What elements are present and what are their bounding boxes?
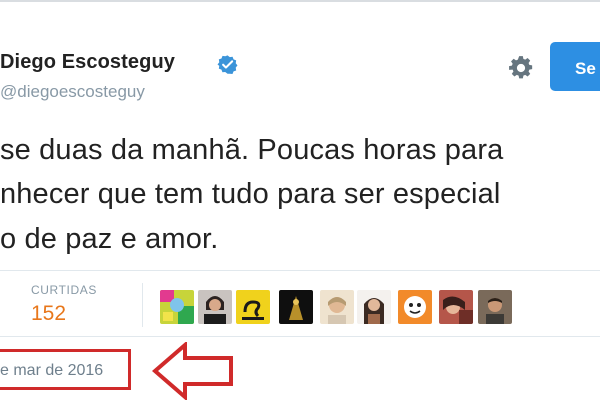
liked-by-avatar[interactable]	[478, 290, 512, 324]
liked-by-avatar[interactable]	[160, 290, 194, 324]
liked-by-avatar[interactable]	[279, 290, 313, 324]
arrow-annotation-icon	[152, 342, 233, 400]
stats-divider-top	[0, 270, 600, 271]
follow-button-label: Se	[575, 59, 596, 78]
likes-label: CURTIDAS	[31, 283, 97, 297]
likes-count[interactable]: 152	[31, 302, 66, 326]
stats-separator	[142, 283, 143, 327]
liked-by-avatar[interactable]	[398, 290, 432, 324]
liked-by-avatar[interactable]	[236, 290, 270, 324]
author-handle[interactable]: @diegoescosteguy	[0, 82, 145, 102]
liked-by-avatar[interactable]	[439, 290, 473, 324]
liked-by-avatar[interactable]	[357, 290, 391, 324]
verified-badge-icon	[217, 55, 238, 75]
tweet-text-line: o de paz e amor.	[0, 223, 219, 255]
gear-icon[interactable]	[508, 55, 534, 81]
liked-by-avatar[interactable]	[198, 290, 232, 324]
follow-button[interactable]: Se	[550, 42, 600, 91]
tweet-text-line: nhecer que tem tudo para ser especial	[0, 178, 501, 210]
stats-divider-bottom	[0, 336, 600, 337]
author-name[interactable]: Diego Escosteguy	[0, 51, 175, 74]
tweet-text-line: se duas da manhã. Poucas horas para	[0, 134, 504, 166]
highlight-box	[0, 349, 131, 390]
liked-by-avatar[interactable]	[320, 290, 354, 324]
top-border	[0, 0, 600, 2]
